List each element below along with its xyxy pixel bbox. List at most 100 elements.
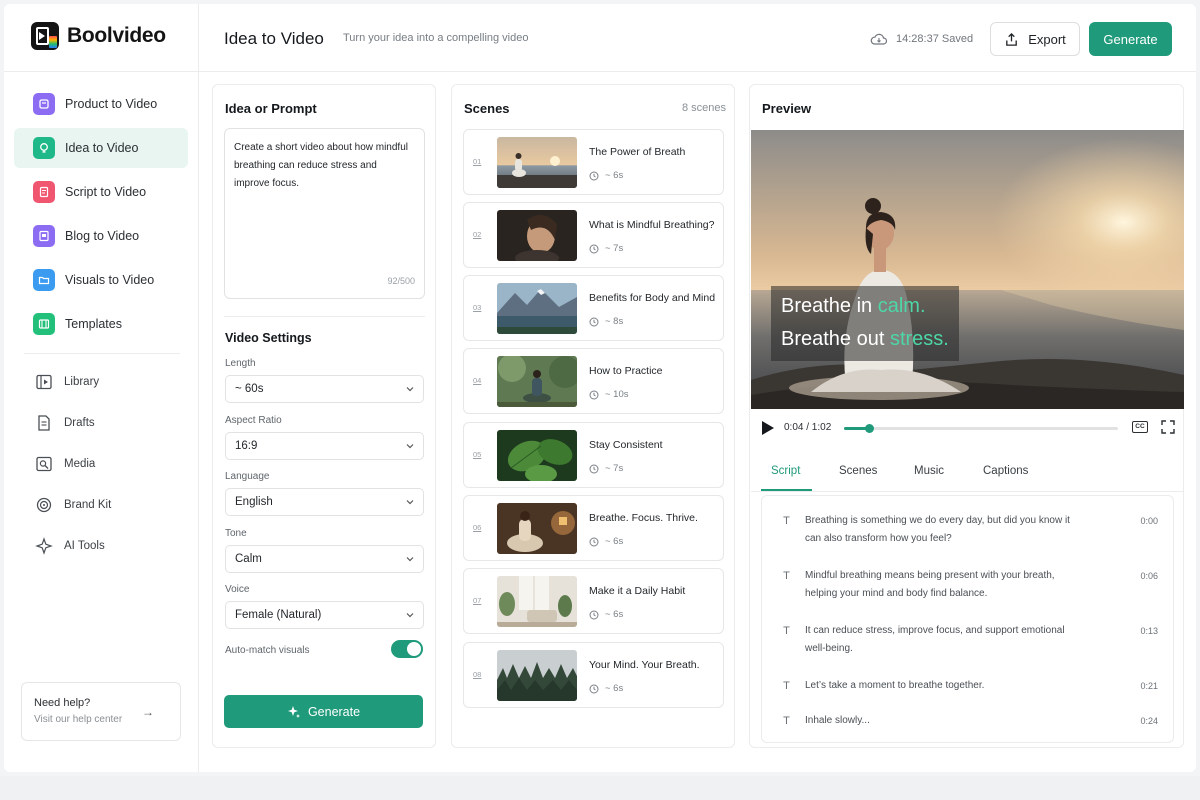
prompt-text: Create a short video about how mindful b…: [234, 142, 408, 189]
script-time: 0:06: [1140, 571, 1158, 581]
scene-number: 05: [473, 450, 482, 459]
script-text: Let’s take a moment to breathe together.: [805, 680, 985, 691]
preview-panel-title: Preview: [762, 101, 812, 116]
upload-icon: [1006, 32, 1018, 46]
aspect-ratio-select[interactable]: 16:9: [225, 432, 424, 460]
progress-bar[interactable]: [844, 424, 1118, 433]
scene-duration: ~ 10s: [589, 389, 629, 400]
sidebar-item-visuals-to-video[interactable]: Visuals to Video: [14, 260, 188, 300]
active-tab-indicator: [761, 489, 812, 491]
cc-icon[interactable]: CC: [1132, 421, 1148, 433]
header-divider: [4, 71, 1196, 72]
scene-card[interactable]: 06 Breathe. Focus. Thrive. ~ 6s: [463, 495, 724, 561]
idea-panel: Idea or Prompt Create a short video abou…: [212, 84, 436, 748]
sidebar-item-ai-tools[interactable]: AI Tools: [14, 525, 188, 566]
tone-select[interactable]: Calm: [225, 545, 424, 573]
language-label: Language: [225, 471, 270, 482]
sidebar-item-library[interactable]: Library: [14, 361, 188, 402]
clock-icon: [589, 610, 599, 619]
sparkle-icon: [287, 705, 300, 718]
scene-thumbnail: [497, 356, 577, 407]
clock-icon: [589, 464, 599, 473]
caption-text: Breathe in: [781, 295, 878, 317]
page-subtitle: Turn your idea into a compelling video: [343, 32, 529, 44]
generate-button[interactable]: Generate: [224, 695, 423, 728]
clock-icon: [589, 317, 599, 326]
scene-thumbnail: [497, 137, 577, 188]
tab-captions[interactable]: Captions: [983, 465, 1028, 477]
scene-duration: ~ 8s: [589, 316, 623, 327]
text-icon: T: [783, 715, 790, 727]
sidebar-item-brand-kit[interactable]: Brand Kit: [14, 484, 188, 525]
section-divider: [224, 316, 425, 317]
video-controls: 0:04 / 1:02 CC: [751, 409, 1184, 449]
play-icon[interactable]: [762, 421, 774, 435]
scene-duration-text: ~ 6s: [605, 536, 624, 547]
generate-label: Generate: [307, 704, 361, 719]
progress-handle[interactable]: [864, 424, 874, 433]
character-count: 92/500: [387, 276, 415, 286]
video-time: 0:04 / 1:02: [784, 422, 832, 433]
scene-duration: ~ 6s: [589, 609, 623, 620]
length-select[interactable]: ~ 60s: [225, 375, 424, 403]
scene-duration: ~ 6s: [589, 536, 623, 547]
scenes-panel-title: Scenes: [464, 101, 510, 116]
logo[interactable]: Boolvideo: [31, 22, 166, 50]
sidebar-item-idea-to-video[interactable]: Idea to Video: [14, 128, 188, 168]
scene-card[interactable]: 07 Make it a Daily Habit ~ 6s: [463, 568, 724, 634]
scene-card[interactable]: 02 What is Mindful Breathing? ~ 7s: [463, 202, 724, 268]
product-icon: [33, 93, 55, 115]
scene-duration-text: ~ 8s: [605, 316, 624, 327]
sidebar-item-label: Templates: [65, 317, 122, 331]
tab-script[interactable]: Script: [771, 465, 800, 477]
scene-card[interactable]: 05 Stay Consistent ~ 7s: [463, 422, 724, 488]
export-button[interactable]: Export: [990, 22, 1080, 56]
sidebar-item-label: Library: [64, 375, 100, 388]
prompt-textarea[interactable]: Create a short video about how mindful b…: [224, 128, 425, 299]
tab-scenes[interactable]: Scenes: [839, 465, 877, 477]
auto-match-label: Auto-match visuals: [225, 645, 310, 656]
scene-thumbnail: [497, 210, 577, 261]
preview-panel: Preview Breathe in calm. Breathe out str…: [749, 84, 1184, 748]
sidebar-item-label: Product to Video: [65, 97, 158, 111]
sidebar-item-templates[interactable]: Templates: [14, 304, 188, 344]
sidebar-item-media[interactable]: Media: [14, 443, 188, 484]
video-frame: [751, 130, 1184, 409]
generate-button-header[interactable]: Generate: [1089, 22, 1172, 56]
scene-thumbnail: [497, 650, 577, 701]
app-name: Boolvideo: [67, 24, 166, 47]
scene-card[interactable]: 08 Your Mind. Your Breath. ~ 6s: [463, 642, 724, 708]
fullscreen-icon[interactable]: [1161, 420, 1175, 434]
library-icon: [36, 374, 52, 389]
chevron-down-icon: [406, 444, 414, 449]
scene-duration: ~ 7s: [589, 463, 623, 474]
voice-select[interactable]: Female (Natural): [225, 601, 424, 629]
sidebar-item-blog-to-video[interactable]: Blog to Video: [14, 216, 188, 256]
nav-divider: [24, 353, 180, 354]
arrow-right-icon: →: [142, 705, 154, 719]
scene-number: 03: [473, 303, 482, 312]
caption-text: Breathe out: [781, 328, 890, 350]
help-card[interactable]: Need help? Visit our help center →: [21, 682, 181, 741]
sidebar-item-product-to-video[interactable]: Product to Video: [14, 84, 188, 124]
tab-music[interactable]: Music: [914, 465, 944, 477]
scene-title: Breathe. Focus. Thrive.: [589, 512, 698, 524]
scene-card[interactable]: 04 How to Practice ~ 10s: [463, 348, 724, 414]
video-player[interactable]: Breathe in calm. Breathe out stress.: [751, 130, 1184, 409]
script-text: It can reduce stress, improve focus, and…: [805, 625, 1065, 654]
sidebar-item-label: Script to Video: [65, 185, 147, 199]
sidebar-item-script-to-video[interactable]: Script to Video: [14, 172, 188, 212]
scene-card[interactable]: 01 The Power of Breath ~ 6s: [463, 129, 724, 195]
aspect-ratio-label: Aspect Ratio: [225, 415, 282, 426]
scene-title: Stay Consistent: [589, 439, 663, 451]
scene-thumbnail: [497, 283, 577, 334]
sidebar-item-drafts[interactable]: Drafts: [14, 402, 188, 443]
templates-icon: [33, 313, 55, 335]
scene-card[interactable]: 03 Benefits for Body and Mind ~ 8s: [463, 275, 724, 341]
brand-kit-icon: [36, 497, 52, 512]
language-select[interactable]: English: [225, 488, 424, 516]
script-time: 0:21: [1140, 681, 1158, 691]
auto-match-toggle[interactable]: [391, 640, 423, 658]
scene-title: Make it a Daily Habit: [589, 585, 686, 597]
text-icon: T: [783, 515, 790, 527]
